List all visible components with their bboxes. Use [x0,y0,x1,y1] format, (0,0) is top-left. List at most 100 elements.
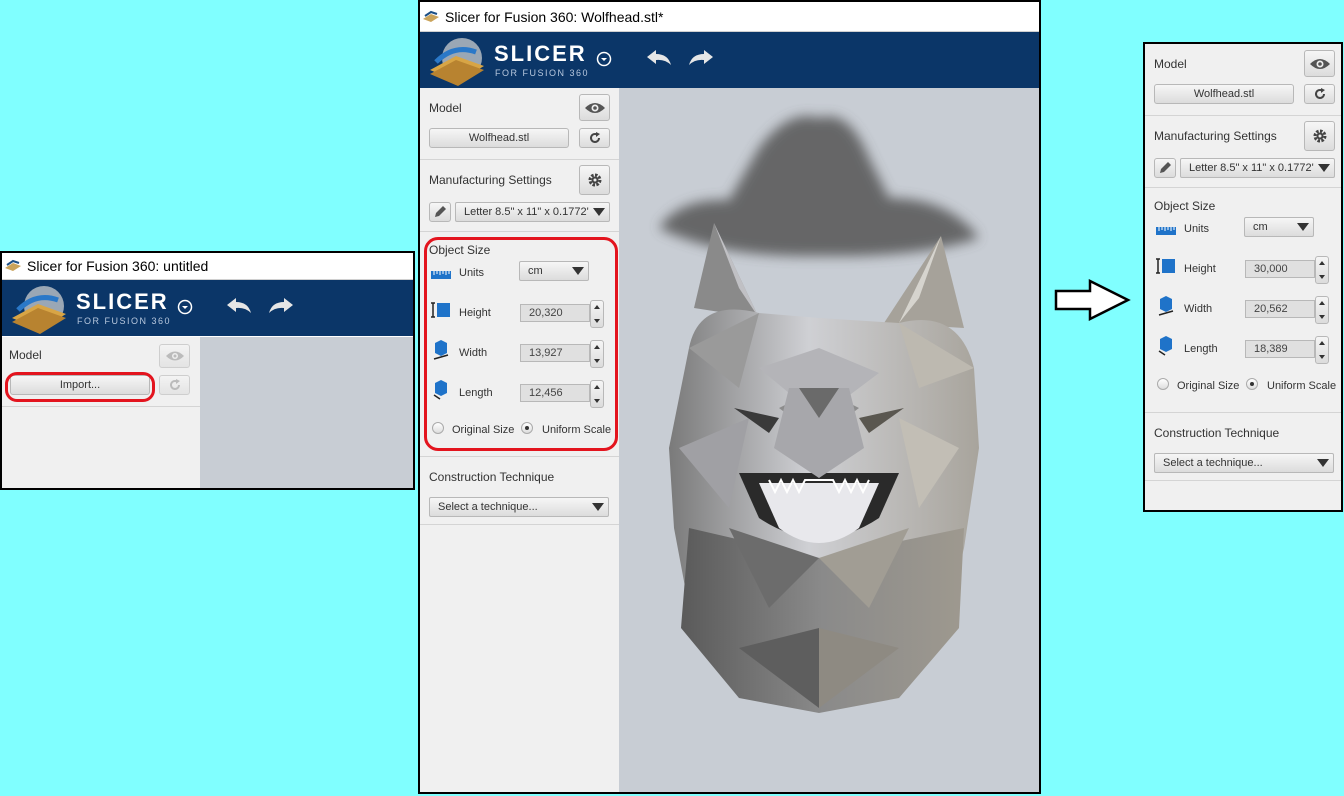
title-bar: Slicer for Fusion 360: Wolfhead.stl* [420,2,1039,32]
manufacturing-value: Letter 8.5" x 11" x 0.1772' [1189,162,1314,174]
app-header: SLICER FOR FUSION 360 [420,32,1039,88]
original-size-radio[interactable] [1157,378,1169,390]
length-field[interactable]: 18,389 [1245,340,1315,358]
height-label: Height [1184,263,1216,275]
manufacturing-dropdown[interactable]: Letter 8.5" x 11" x 0.1772' [455,202,610,222]
length-icon [1158,336,1172,356]
model-label: Model [1154,57,1187,71]
arrow-right-icon [1054,279,1131,321]
model-label: Model [9,348,42,362]
technique-placeholder: Select a technique... [438,501,538,513]
app-subtitle: FOR FUSION 360 [495,68,590,78]
manufacturing-label: Manufacturing Settings [429,173,552,187]
construction-label: Construction Technique [429,470,555,484]
viewport[interactable] [200,337,413,488]
width-stepper[interactable] [1315,296,1329,324]
settings-button[interactable] [579,165,610,195]
app-name: SLICER [494,41,587,66]
reload-button[interactable] [579,128,610,148]
units-label: Units [1184,223,1210,235]
length-label: Length [1184,343,1218,355]
height-field[interactable]: 30,000 [1245,260,1315,278]
manufacturing-label: Manufacturing Settings [1154,129,1277,143]
left-window: Slicer for Fusion 360: untitled SLICER F… [0,251,415,490]
refresh-icon [1314,88,1325,99]
width-label: Width [1184,303,1213,315]
width-field[interactable]: 20,562 [1245,300,1315,318]
model-file-button[interactable]: Wolfhead.stl [429,128,569,148]
construction-label: Construction Technique [1154,426,1280,440]
chevron-down-icon [1317,459,1329,467]
reload-button[interactable] [159,375,190,395]
construction-section: Construction Technique Select a techniqu… [420,457,619,525]
model-section: Model Wolfhead.stl [1145,44,1341,116]
visibility-button[interactable] [579,94,610,121]
settings-panel: Model Wolfhead.stl Manufacturing Setting… [1145,44,1341,510]
chevron-down-icon [1318,164,1330,172]
object-size-highlight [424,237,618,451]
gear-icon [588,173,601,187]
window-title: Slicer for Fusion 360: untitled [27,258,209,274]
app-header: SLICER FOR FUSION 360 [2,280,413,336]
slicer-logo [12,286,66,334]
app-name: SLICER [76,289,169,314]
technique-placeholder: Select a technique... [1163,457,1263,469]
right-window: Model Wolfhead.stl Manufacturing Setting… [1143,42,1343,512]
window-title: Slicer for Fusion 360: Wolfhead.stl* [445,8,664,25]
original-size-label: Original Size [1177,380,1240,392]
wolf-head-model [659,116,979,713]
edit-settings-button[interactable] [429,202,451,222]
left-panel: Model Import... [2,337,200,488]
refresh-icon [169,379,180,390]
reload-button[interactable] [1304,84,1335,104]
construction-section: Construction Technique Select a techniqu… [1145,413,1341,481]
units-dropdown[interactable]: cm [1244,217,1314,237]
eye-icon [584,102,605,113]
import-highlight [5,372,155,402]
gear-icon [1313,129,1326,143]
dropdown-circle-icon[interactable] [177,299,193,315]
chevron-down-icon [1297,223,1309,231]
undo-icon[interactable] [224,295,254,319]
technique-dropdown[interactable]: Select a technique... [429,497,609,517]
visibility-button[interactable] [1304,50,1335,77]
model-label: Model [429,101,462,115]
eye-icon [1309,58,1330,69]
object-size-label: Object Size [1154,199,1216,213]
units-value: cm [1253,221,1268,233]
manufacturing-section: Manufacturing Settings Letter 8.5" x 11"… [420,160,619,232]
app-icon [423,10,439,22]
manufacturing-value: Letter 8.5" x 11" x 0.1772' [464,206,589,218]
app-subtitle: FOR FUSION 360 [77,316,172,326]
pencil-icon [1160,162,1171,173]
uniform-scale-label: Uniform Scale [1267,380,1337,392]
center-window: Slicer for Fusion 360: Wolfhead.stl* SLI… [418,0,1041,794]
width-icon [1158,296,1174,316]
manufacturing-section: Manufacturing Settings Letter 8.5" x 11"… [1145,116,1341,188]
length-stepper[interactable] [1315,336,1329,364]
uniform-scale-radio[interactable] [1246,378,1258,390]
technique-dropdown[interactable]: Select a technique... [1154,453,1334,473]
title-bar: Slicer for Fusion 360: untitled [2,253,413,280]
dropdown-circle-icon[interactable] [596,51,612,67]
redo-icon[interactable] [686,47,716,71]
redo-icon[interactable] [266,295,296,319]
height-stepper[interactable] [1315,256,1329,284]
app-icon [5,259,21,271]
height-icon [1156,258,1175,274]
slicer-logo [430,38,484,86]
model-file-button[interactable]: Wolfhead.stl [1154,84,1294,104]
chevron-down-icon [592,503,604,511]
settings-button[interactable] [1304,121,1335,151]
object-size-section: Object Size Units cm Height 30,000 Width… [1145,188,1341,413]
model-section: Model Wolfhead.stl [420,88,619,160]
visibility-button[interactable] [159,344,190,368]
viewport[interactable] [619,88,1039,792]
eye-icon [165,351,184,361]
pencil-icon [435,206,446,217]
edit-settings-button[interactable] [1154,158,1176,178]
chevron-down-icon [593,208,605,216]
ruler-icon [1156,227,1176,235]
manufacturing-dropdown[interactable]: Letter 8.5" x 11" x 0.1772' [1180,158,1335,178]
undo-icon[interactable] [644,47,674,71]
